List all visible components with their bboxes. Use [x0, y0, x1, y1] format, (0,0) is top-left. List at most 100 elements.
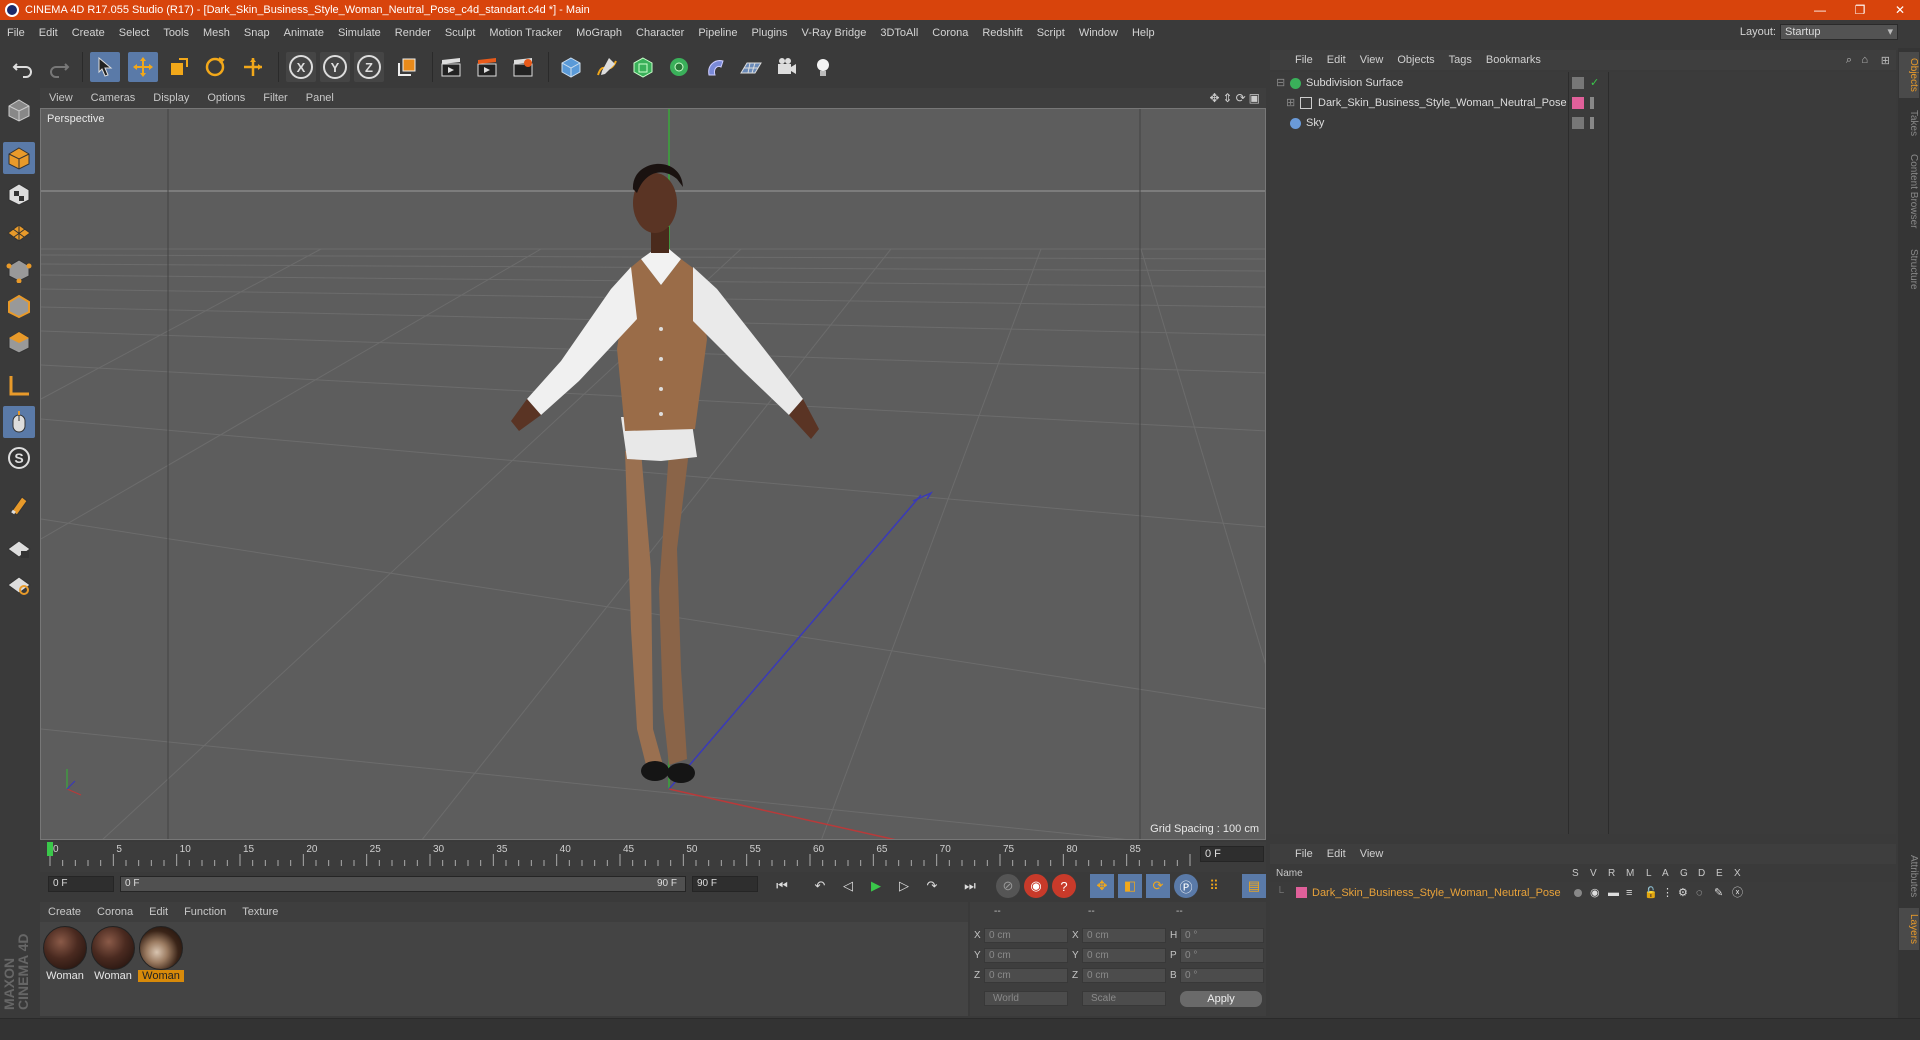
home-icon[interactable]: ⌂	[1861, 54, 1868, 66]
tab-layers[interactable]: Layers	[1899, 908, 1919, 950]
points-mode-button[interactable]	[3, 254, 35, 286]
object-menu-file[interactable]: File	[1288, 54, 1320, 66]
material-swatch[interactable]: Woman	[90, 924, 136, 982]
add-light-button[interactable]	[808, 52, 838, 82]
restore-button[interactable]: ❐	[1840, 0, 1880, 20]
previous-key-button[interactable]: ↶	[808, 874, 832, 898]
z-axis-lock-button[interactable]: Z	[354, 52, 384, 82]
layer-menu-edit[interactable]: Edit	[1320, 848, 1353, 860]
layer-row[interactable]: └ Dark_Skin_Business_Style_Woman_Neutral…	[1272, 884, 1898, 902]
menu-vray-bridge[interactable]: V-Ray Bridge	[795, 27, 874, 39]
menu-tools[interactable]: Tools	[156, 27, 196, 39]
menu-3dtoall[interactable]: 3DToAll	[873, 27, 925, 39]
end-frame-field[interactable]: 90 F	[692, 876, 758, 892]
x-axis-lock-button[interactable]: X	[286, 52, 316, 82]
menu-create[interactable]: Create	[65, 27, 112, 39]
size-x-field[interactable]: 0 cm	[1082, 928, 1166, 943]
menu-render[interactable]: Render	[388, 27, 438, 39]
generator-icon[interactable]: ⚙	[1678, 884, 1688, 902]
enabled-check-icon[interactable]: ✓	[1590, 74, 1599, 92]
menu-redshift[interactable]: Redshift	[975, 27, 1029, 39]
viewport-menu-options[interactable]: Options	[198, 92, 254, 104]
keyframe-selection-button[interactable]: ?	[1052, 874, 1076, 898]
timeline-ruler[interactable]: 051015202530354045505560657075808590 0 F	[40, 842, 1266, 872]
menu-animate[interactable]: Animate	[277, 27, 331, 39]
record-parameter-button[interactable]: Ⓟ	[1174, 874, 1198, 898]
menu-script[interactable]: Script	[1030, 27, 1072, 39]
minimize-button[interactable]: —	[1800, 0, 1840, 20]
live-selection-button[interactable]	[90, 52, 120, 82]
size-y-field[interactable]: 0 cm	[1082, 948, 1166, 963]
collapse-icon[interactable]: ⊟	[1276, 74, 1285, 92]
position-y-field[interactable]: 0 cm	[984, 948, 1068, 963]
viewport-menu-view[interactable]: View	[40, 92, 82, 104]
menu-mograph[interactable]: MoGraph	[569, 27, 629, 39]
lock-icon[interactable]: 🔓	[1644, 884, 1658, 902]
object-menu-bookmarks[interactable]: Bookmarks	[1479, 54, 1548, 66]
material-swatch-selected[interactable]: Woman	[138, 924, 184, 982]
workplane-mode-button[interactable]	[3, 214, 35, 246]
position-z-field[interactable]: 0 cm	[984, 968, 1068, 983]
menu-edit[interactable]: Edit	[32, 27, 65, 39]
render-view-button[interactable]	[436, 52, 466, 82]
material-menu-create[interactable]: Create	[40, 906, 89, 918]
record-point-level-button[interactable]: ⠿	[1202, 874, 1226, 898]
autokeying-button[interactable]: ◉	[1024, 874, 1048, 898]
layer-menu-view[interactable]: View	[1353, 848, 1391, 860]
xref-icon[interactable]: ⓧ	[1732, 884, 1743, 902]
object-row[interactable]: ⊟ Subdivision Surface ✓	[1272, 74, 1898, 92]
size-z-field[interactable]: 0 cm	[1082, 968, 1166, 983]
layer-menu-file[interactable]: File	[1288, 848, 1320, 860]
render-settings-button[interactable]	[508, 52, 538, 82]
menu-select[interactable]: Select	[112, 27, 157, 39]
add-camera-button[interactable]	[772, 52, 802, 82]
record-position-button[interactable]: ✥	[1090, 874, 1114, 898]
record-active-objects-button[interactable]: ⊘	[996, 874, 1020, 898]
rotate-view-icon[interactable]: ⟳	[1236, 91, 1246, 105]
menu-motion-tracker[interactable]: Motion Tracker	[482, 27, 569, 39]
go-to-start-button[interactable]: ⏮	[770, 874, 794, 898]
object-row[interactable]: Sky	[1272, 114, 1898, 132]
move-view-icon[interactable]: ✥	[1209, 91, 1219, 105]
menu-window[interactable]: Window	[1072, 27, 1125, 39]
y-axis-lock-button[interactable]: Y	[320, 52, 350, 82]
record-scale-button[interactable]: ◧	[1118, 874, 1142, 898]
tab-structure[interactable]: Structure	[1899, 244, 1919, 294]
make-editable-button[interactable]	[3, 94, 35, 126]
model-mode-button[interactable]	[3, 142, 35, 174]
rotation-h-field[interactable]: 0 °	[1180, 928, 1264, 943]
previous-frame-button[interactable]: ◁	[836, 874, 860, 898]
object-row[interactable]: ⊞ Dark_Skin_Business_Style_Woman_Neutral…	[1272, 94, 1898, 112]
viewport-camera-label[interactable]: Perspective	[47, 113, 104, 125]
add-mograph-button[interactable]	[664, 52, 694, 82]
go-to-end-button[interactable]: ⏭	[958, 874, 982, 898]
edges-mode-button[interactable]	[3, 290, 35, 322]
editor-visibility-icon[interactable]	[1572, 117, 1584, 129]
new-view-icon[interactable]: ⊞	[1881, 54, 1890, 67]
coordinate-space-dropdown[interactable]: World	[984, 991, 1068, 1006]
tab-objects[interactable]: Objects	[1899, 52, 1919, 98]
snap-button[interactable]	[3, 488, 35, 520]
3d-viewport[interactable]: Perspective Grid Spacing : 100 cm	[40, 108, 1266, 840]
texture-mode-button[interactable]	[3, 178, 35, 210]
tab-attributes[interactable]: Attributes	[1899, 848, 1919, 904]
add-generator-button[interactable]	[628, 52, 658, 82]
render-to-picture-viewer-button[interactable]	[472, 52, 502, 82]
tab-takes[interactable]: Takes	[1899, 104, 1919, 142]
menu-help[interactable]: Help	[1125, 27, 1162, 39]
apply-button[interactable]: Apply	[1180, 991, 1262, 1007]
viewport-menu-filter[interactable]: Filter	[254, 92, 296, 104]
play-button[interactable]: ▶	[864, 874, 888, 898]
playhead-marker[interactable]	[47, 842, 53, 856]
coordinate-system-button[interactable]	[392, 52, 422, 82]
viewport-menu-display[interactable]: Display	[144, 92, 198, 104]
scale-tool-button[interactable]	[164, 52, 194, 82]
menu-mesh[interactable]: Mesh	[196, 27, 237, 39]
timeline-window-button[interactable]: ▤	[1242, 874, 1266, 898]
material-menu-corona[interactable]: Corona	[89, 906, 141, 918]
start-frame-field[interactable]: 0 F	[48, 876, 114, 892]
layer-color-tag[interactable]	[1572, 97, 1584, 109]
solo-button[interactable]: S	[3, 442, 35, 474]
deformer-icon[interactable]: ◌	[1696, 884, 1703, 902]
record-rotation-button[interactable]: ⟳	[1146, 874, 1170, 898]
